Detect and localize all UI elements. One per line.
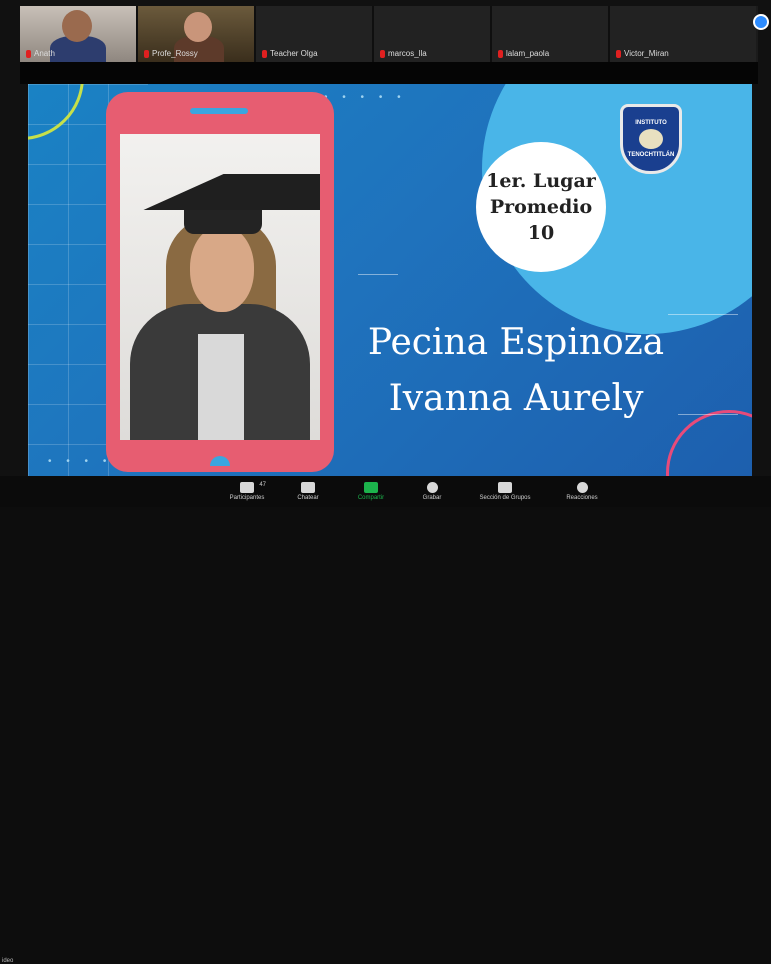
mic-muted-icon [380,49,385,58]
chat-icon [301,482,315,493]
award-score: 10 [527,222,555,244]
phone-frame [106,92,334,472]
participant-tile[interactable]: marcos_lla [374,6,492,62]
mic-muted-icon [262,49,267,58]
award-circle: 1er. Lugar Promedio 10 [476,142,606,272]
reactions-icon [576,482,588,493]
breakout-rooms-button[interactable]: Sección de Grupos [470,476,540,507]
participant-tile[interactable]: Teacher Olga [256,6,374,62]
participant-tile[interactable]: lalam_paola [492,6,610,62]
record-button[interactable]: Grabar [414,476,450,507]
school-shield-logo: INSTITUTO TENOCHTITLÁN [620,104,682,174]
breakout-rooms-icon [498,482,512,493]
participant-name: Anath [34,49,55,58]
participant-video-strip: Anath Profe_Rossy Teacher Olga marcos_ll… [20,6,758,62]
shared-screen: • • • • • • • • • 1er. Lugar Promedio 10… [28,84,752,476]
decor-arc [666,410,752,476]
decor-dots: • • • • • [324,92,407,103]
share-screen-icon [364,482,378,493]
decor-dots: • • • • [48,456,113,467]
mic-muted-icon [616,49,621,58]
phone-speaker [190,108,248,114]
mic-muted-icon [26,49,31,58]
reactions-button[interactable]: Reacciones [556,476,608,507]
participant-face [62,10,92,42]
phone-home-button [210,456,230,466]
award-subtitle: Promedio [489,196,593,218]
participant-tile[interactable]: Victor_Miran [610,6,756,62]
student-name-line2: Ivanna Aurely [388,378,644,419]
participants-icon: 47 [240,482,266,493]
chat-button[interactable]: Chatear [288,476,328,507]
student-name-line1: Pecina Espinoza [367,322,665,363]
participant-name: marcos_lla [388,49,427,58]
graduate-photo [120,134,320,440]
decor-line [678,414,738,415]
participant-tile[interactable]: Profe_Rossy [138,6,256,62]
share-screen-button[interactable]: Compartir [348,476,394,507]
zoom-window: Anath Profe_Rossy Teacher Olga marcos_ll… [0,0,771,964]
record-icon [426,482,438,493]
decor-line [358,274,398,275]
participant-name: lalam_paola [506,49,550,58]
participant-count: 47 [259,482,266,488]
divider [20,62,758,84]
participant-name: Victor_Miran [624,49,669,58]
meeting-toolbar: ideo 47 Participantes Chatear Compartir … [0,476,771,964]
decor-line [668,314,738,315]
toolbar-left-label: ideo [2,958,14,964]
participant-tile[interactable]: Anath [20,6,138,62]
participant-face [184,12,212,42]
participant-name: Teacher Olga [270,49,318,58]
mic-muted-icon [498,49,503,58]
participant-name: Profe_Rossy [152,49,198,58]
participants-button[interactable]: 47 Participantes [222,476,272,507]
award-title: 1er. Lugar [486,170,596,192]
mic-muted-icon [144,49,149,58]
next-page-icon[interactable] [753,14,769,30]
